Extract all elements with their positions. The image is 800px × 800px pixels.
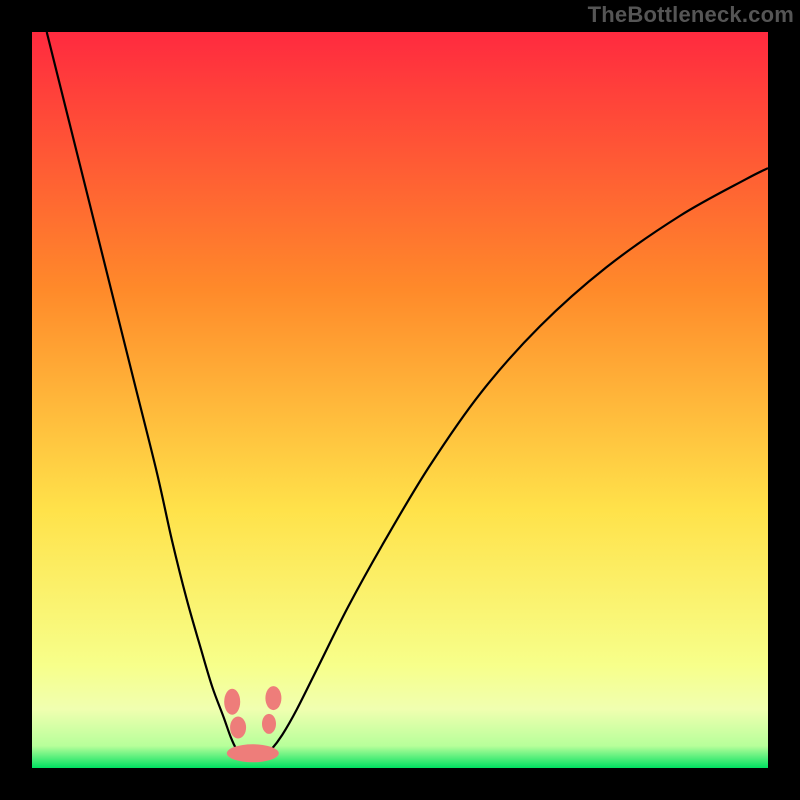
- marker-right-top: [265, 686, 281, 710]
- marker-right-bot: [262, 714, 276, 734]
- marker-base-blob: [227, 744, 279, 762]
- marker-left-bot: [230, 717, 246, 739]
- plot-area: [32, 32, 768, 768]
- chart-svg: [32, 32, 768, 768]
- watermark-text: TheBottleneck.com: [588, 2, 794, 28]
- marker-left-top: [224, 689, 240, 715]
- gradient-field: [32, 32, 768, 768]
- chart-root: { "watermark": "TheBottleneck.com", "col…: [0, 0, 800, 800]
